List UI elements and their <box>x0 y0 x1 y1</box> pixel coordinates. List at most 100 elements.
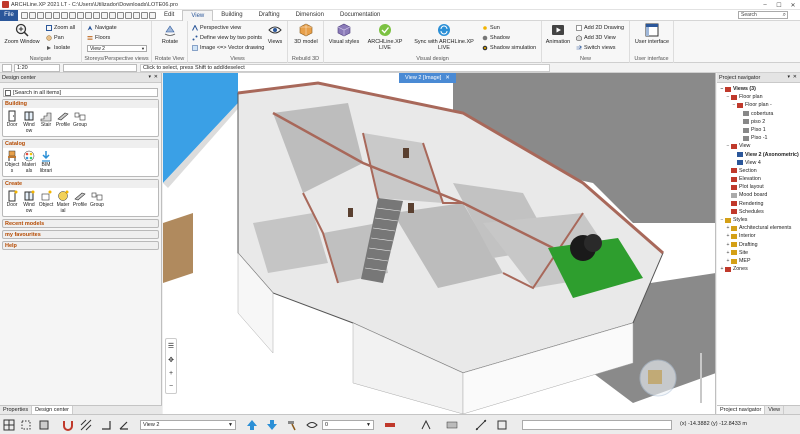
tree-node[interactable]: piso 2 <box>719 118 800 126</box>
brush-icon[interactable] <box>85 11 92 19</box>
shadow-simulation-button[interactable]: Shadow simulation <box>482 44 536 52</box>
pan-button[interactable]: Pan <box>46 34 64 42</box>
dimension-tool-icon[interactable] <box>117 11 124 19</box>
tab-properties[interactable]: Properties <box>0 406 33 414</box>
linetype-swatch[interactable] <box>2 64 12 72</box>
3d-model-button[interactable]: 3D model <box>291 23 321 45</box>
arrow-up-icon[interactable] <box>246 419 258 431</box>
layers-icon[interactable] <box>38 419 50 431</box>
building-group-item[interactable]: Group <box>73 110 87 134</box>
pen-field[interactable] <box>63 64 137 72</box>
switch-views-button[interactable]: Switch views <box>576 44 615 52</box>
ortho-icon[interactable] <box>100 419 112 431</box>
archline-live-button[interactable]: ARCHLine.XP LIVE <box>364 23 406 51</box>
pin-icon[interactable]: ▾ <box>148 74 151 80</box>
paste-icon[interactable] <box>77 11 84 19</box>
tab-dimension[interactable]: Dimension <box>288 10 332 21</box>
pan-move-icon[interactable]: ✥ <box>168 356 174 364</box>
visual-styles-button[interactable]: Visual styles <box>326 23 362 45</box>
building-category-header[interactable]: Building <box>3 100 158 108</box>
rotate-button[interactable]: Rotate <box>156 23 184 45</box>
perspective-view-button[interactable]: Perspective view <box>192 24 241 32</box>
tree-node[interactable]: Rendering <box>719 200 800 208</box>
panel-close-icon[interactable]: ✕ <box>793 74 797 80</box>
create-door-item[interactable]: Door <box>5 190 19 214</box>
tab-building[interactable]: Building <box>213 10 250 21</box>
measure-icon[interactable] <box>475 419 487 431</box>
pen-color-icon[interactable] <box>384 419 396 431</box>
view-tab-close-icon[interactable]: ✕ <box>445 75 450 81</box>
tab-project-navigator[interactable]: Project navigator <box>717 406 766 414</box>
create-window-item[interactable]: Wind ow <box>22 190 36 214</box>
tree-node[interactable]: Plot layout <box>719 183 800 191</box>
tree-node[interactable]: Elevation <box>719 175 800 183</box>
tree-node[interactable]: + Site <box>719 249 800 257</box>
catalog-objects-item[interactable]: Object s <box>5 150 19 174</box>
design-center-search-input[interactable]: [Search in all items] <box>3 88 158 97</box>
hammer-icon[interactable] <box>286 419 298 431</box>
save-icon[interactable] <box>37 11 44 19</box>
pin-icon[interactable]: ▾ <box>787 74 790 80</box>
split-icon[interactable] <box>133 11 140 19</box>
panel-close-icon[interactable]: ✕ <box>154 74 158 80</box>
tree-node[interactable]: + Drafting <box>719 241 800 249</box>
sync-live-button[interactable]: Sync with ARCHLine.XP LIVE <box>408 23 480 51</box>
create-profile-item[interactable]: Profile <box>73 190 87 214</box>
isolate-button[interactable]: Isolate <box>46 44 70 52</box>
tree-node[interactable]: + Architectural elements <box>719 224 800 232</box>
building-profile-item[interactable]: Profile <box>56 110 70 134</box>
create-category-header[interactable]: Create <box>3 180 158 188</box>
move-icon[interactable] <box>125 11 132 19</box>
search-input[interactable]: Search ⌕ <box>738 11 788 19</box>
magnet-icon[interactable] <box>62 419 74 431</box>
catalog-materials-item[interactable]: Materi als <box>22 150 36 174</box>
scale-field[interactable]: 1:20 <box>14 64 60 72</box>
tree-node[interactable]: cobertura <box>719 110 800 118</box>
animation-button[interactable]: Animation <box>543 23 573 45</box>
tree-node[interactable]: Piso -1 <box>719 134 800 142</box>
arrow-down-icon[interactable] <box>266 419 278 431</box>
tree-node[interactable]: Schedules <box>719 208 800 216</box>
nav-menu-icon[interactable]: ☰ <box>168 342 174 350</box>
view-select-dropdown[interactable]: View 2 ▼ <box>87 45 147 52</box>
tree-node[interactable]: − Views (3) <box>719 85 800 93</box>
snap-tools-icon[interactable] <box>496 419 508 431</box>
command-input[interactable] <box>522 420 672 430</box>
redo-icon[interactable] <box>61 11 68 19</box>
tab-design-center[interactable]: Design center <box>32 406 74 414</box>
sun-button[interactable]: Sun <box>482 24 500 32</box>
tree-node[interactable]: + Interior <box>719 232 800 240</box>
tree-node[interactable]: View 4 <box>719 159 800 167</box>
add-3d-view-button[interactable]: Add 3D View <box>576 34 616 42</box>
tree-node[interactable]: − Floor plan <box>719 93 800 101</box>
shadow-button[interactable]: Shadow <box>482 34 510 42</box>
tree-node[interactable]: Mood board <box>719 191 800 199</box>
trim-icon[interactable] <box>141 11 148 19</box>
angle-icon[interactable] <box>118 419 130 431</box>
maximize-button[interactable]: ☐ <box>772 0 786 10</box>
file-menu-button[interactable]: File <box>0 9 18 21</box>
eyedropper-icon[interactable] <box>93 11 100 19</box>
copy-icon[interactable] <box>69 11 76 19</box>
tree-node[interactable]: − Styles <box>719 216 800 224</box>
qat-more-icon[interactable] <box>149 11 156 19</box>
zoom-all-button[interactable]: Zoom all <box>46 24 75 32</box>
tree-node[interactable]: View 2 (Axonometric) <box>719 151 800 159</box>
create-material-item[interactable]: Mater ial <box>56 190 70 214</box>
recent-models-section[interactable]: Recent models <box>2 219 159 228</box>
layer-select[interactable]: 0 ▼ <box>322 420 374 430</box>
3d-viewport[interactable]: View 2 [Image] ✕ ☰ ✥ + − <box>163 73 716 414</box>
building-window-item[interactable]: Wind ow <box>22 110 36 134</box>
frame-select-icon[interactable] <box>20 419 32 431</box>
tree-node[interactable]: + MEP <box>719 257 800 265</box>
layer-visibility-icon[interactable] <box>306 419 318 431</box>
tree-node[interactable]: − View <box>719 142 800 150</box>
tab-view-panel[interactable]: View <box>765 406 785 414</box>
tab-edit[interactable]: Edit <box>156 10 182 21</box>
storey-navigate-button[interactable]: Navigate <box>87 24 117 32</box>
close-button[interactable]: ✕ <box>786 0 800 10</box>
user-interface-button[interactable]: User interface <box>632 23 672 45</box>
new-file-icon[interactable] <box>21 11 28 19</box>
view-tab[interactable]: View 2 [Image] ✕ <box>399 73 456 83</box>
linetype-icon[interactable] <box>420 419 432 431</box>
